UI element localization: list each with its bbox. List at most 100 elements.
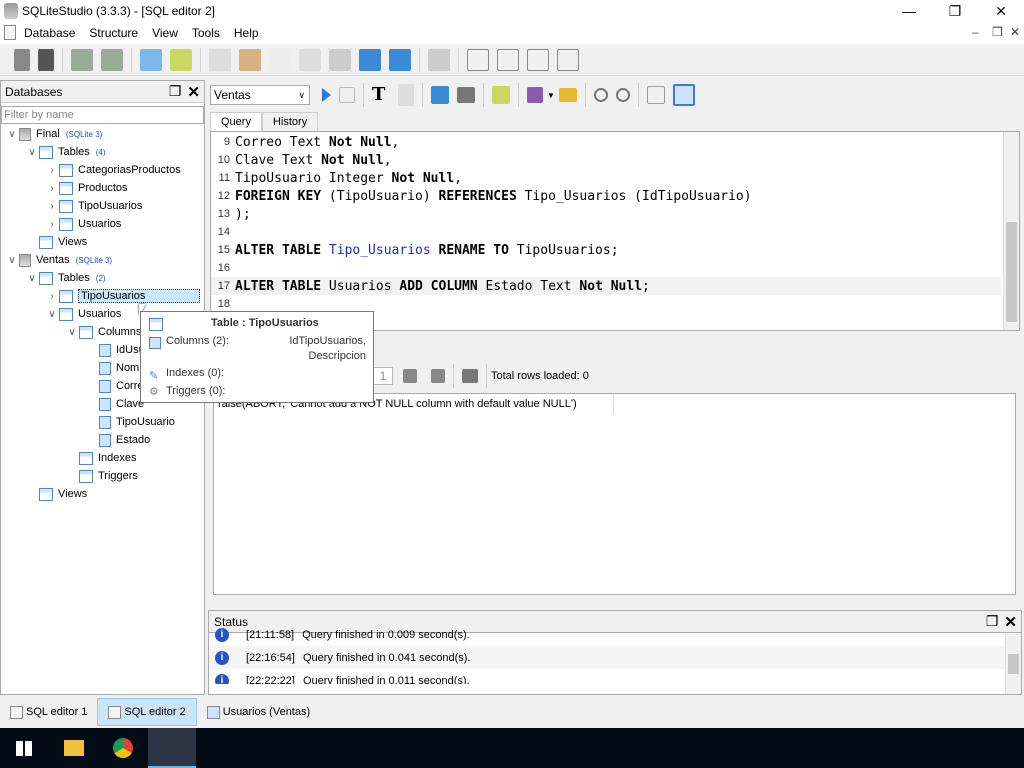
chevron-right-icon[interactable]: › (45, 201, 59, 212)
next-page-icon[interactable] (403, 369, 417, 383)
tree-item[interactable]: TipoUsuario (1, 413, 204, 431)
chevron-down-icon[interactable]: ∨ (5, 255, 19, 266)
tree-item[interactable]: › TipoUsuarios (1, 197, 204, 215)
collations-icon[interactable] (299, 48, 321, 71)
tooltip-columns-value2: Descripcion (308, 350, 366, 362)
float-status-icon[interactable]: ❐ (986, 613, 999, 630)
find-icon[interactable] (593, 88, 608, 102)
explain-query-icon[interactable] (339, 87, 355, 103)
tree-item[interactable]: › Productos (1, 179, 204, 197)
open-folder-icon[interactable] (558, 88, 577, 102)
sqlitestudio-taskbar-icon[interactable] (148, 728, 196, 768)
export-icon[interactable] (389, 48, 411, 71)
tile-windows-icon[interactable] (467, 48, 489, 71)
tile-vertical-icon[interactable] (527, 48, 549, 71)
status-scrollbar[interactable] (1005, 634, 1021, 694)
save-dropdown-icon[interactable]: ▼ (547, 91, 555, 100)
window-tab[interactable]: Usuarios (Ventas) (197, 698, 320, 726)
tree-item[interactable]: › Usuarios (1, 215, 204, 233)
minimize-button[interactable]: — (886, 0, 932, 22)
maximize-button[interactable]: ❐ (932, 0, 978, 22)
file-explorer-icon[interactable] (64, 740, 84, 756)
float-panel-icon[interactable]: ❐ (169, 83, 182, 100)
results-below-icon[interactable] (672, 84, 695, 106)
tree-item[interactable]: Triggers (1, 467, 204, 485)
tree-node-icon (99, 415, 111, 429)
import-icon[interactable] (359, 48, 381, 71)
format-sql-icon[interactable]: T (372, 84, 390, 106)
print-results-icon[interactable] (462, 369, 478, 383)
code-text: ALTER TABLE Tipo_Usuarios RENAME TO Tipo… (235, 242, 619, 258)
windows-start-icon[interactable] (16, 741, 32, 756)
clear-editor-icon[interactable] (398, 84, 414, 106)
print-icon[interactable] (457, 87, 475, 103)
tree-item[interactable]: ∨ Ventas (SQLite 3) (1, 251, 204, 269)
database-select[interactable]: Ventas ∨ (210, 85, 310, 105)
chevron-down-icon[interactable]: ∨ (25, 147, 39, 158)
new-table-icon[interactable] (140, 48, 162, 71)
chrome-icon[interactable] (113, 738, 133, 758)
tree-item-label: Productos (78, 182, 128, 194)
tree-node-icon (19, 127, 31, 141)
mdi-restore-button[interactable]: ❐ (992, 25, 1003, 39)
close-button[interactable]: ✕ (978, 0, 1024, 22)
mdi-minimize-button[interactable]: – (972, 25, 979, 39)
connect-icon[interactable] (14, 48, 30, 71)
filter-input[interactable]: Filter by name (1, 106, 204, 124)
cascade-icon[interactable] (557, 48, 579, 71)
chevron-right-icon[interactable]: › (45, 291, 59, 302)
chevron-down-icon[interactable]: ∨ (45, 309, 59, 320)
line-number: 13 (217, 208, 230, 220)
tree-node-icon (99, 379, 111, 393)
disconnect-icon[interactable] (38, 48, 54, 71)
chevron-down-icon[interactable]: ∨ (25, 273, 39, 284)
sql-editor[interactable]: 9 Correo Text Not Null, 10 Clave Text Not N… (210, 131, 1020, 331)
tree-item[interactable]: Views (1, 485, 204, 503)
config-wrench-icon[interactable] (428, 48, 450, 71)
status-text: Query finished in 0.009 second(s). (302, 628, 470, 641)
tab-query[interactable]: Query (210, 112, 262, 132)
sql-editor-icon[interactable] (209, 48, 231, 71)
menu-structure[interactable]: Structure (89, 26, 138, 40)
window-tab[interactable]: SQL editor 2 (97, 698, 197, 726)
chevron-down-icon[interactable]: ∨ (65, 327, 79, 338)
chevron-right-icon[interactable]: › (45, 219, 59, 230)
mdi-close-button[interactable]: ✕ (1010, 25, 1020, 39)
tree-item[interactable]: Indexes (1, 449, 204, 467)
results-tab-icon[interactable] (646, 86, 665, 104)
close-panel-icon[interactable]: ✕ (187, 83, 200, 101)
execute-query-icon[interactable] (322, 88, 331, 102)
menu-view[interactable]: View (152, 26, 178, 40)
tree-item[interactable]: Views (1, 233, 204, 251)
menu-database[interactable]: Database (24, 26, 75, 40)
add-database-icon[interactable] (71, 48, 93, 71)
window-tab[interactable]: SQL editor 1 (0, 698, 97, 726)
chevron-right-icon[interactable]: › (45, 183, 59, 194)
save-icon[interactable] (527, 87, 543, 103)
create-view-icon[interactable] (492, 86, 510, 104)
tree-item[interactable]: › CategoriasProductos (1, 161, 204, 179)
tree-item[interactable]: ∨ Tables (2) (1, 269, 204, 287)
tree-item[interactable]: Estado (1, 431, 204, 449)
edit-table-icon[interactable] (170, 48, 192, 71)
tree-item[interactable]: › TipoUsuarios (1, 287, 204, 305)
editor-scrollbar[interactable] (1003, 132, 1019, 330)
chevron-down-icon[interactable]: ∨ (5, 129, 19, 140)
refresh-database-icon[interactable] (101, 48, 123, 71)
last-page-icon[interactable] (431, 369, 445, 383)
page-number-input[interactable]: 1 (373, 367, 393, 385)
find-replace-icon[interactable] (615, 88, 630, 102)
chevron-right-icon[interactable]: › (45, 165, 59, 176)
menu-tools[interactable]: Tools (192, 26, 220, 40)
tree-item[interactable]: ∨ Tables (4) (1, 143, 204, 161)
functions-icon[interactable] (269, 48, 291, 71)
tree-item[interactable]: ∨ Final (SQLite 3) (1, 125, 204, 143)
tab-history[interactable]: History (261, 112, 319, 132)
ddl-history-icon[interactable] (239, 48, 261, 71)
export-results-icon[interactable] (431, 86, 449, 104)
code-text: TipoUsuario Integer Not Null, (235, 170, 462, 186)
tile-horizontal-icon[interactable] (497, 48, 519, 71)
menu-help[interactable]: Help (234, 26, 259, 40)
close-status-icon[interactable]: ✕ (1004, 613, 1017, 631)
extensions-icon[interactable] (329, 48, 351, 71)
